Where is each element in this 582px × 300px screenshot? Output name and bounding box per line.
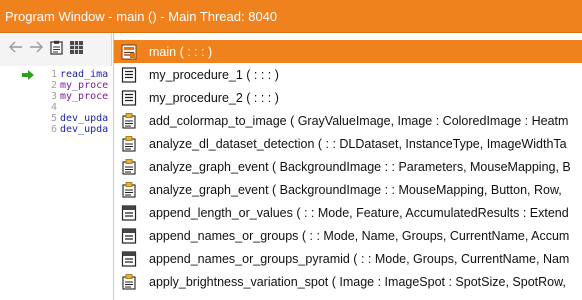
program-toolbar [0,33,112,61]
breakpoint-gutter[interactable] [0,66,44,300]
procedure-item[interactable]: append_names_or_groups ( : : Mode, Name,… [114,224,582,247]
external-procedure-icon [122,135,136,152]
code-line[interactable]: 1 read_ima [44,69,112,80]
procedure-item-main[interactable]: main ( : : : ) [114,40,582,63]
window-titlebar: Program Window - main () - Main Thread: … [0,0,582,33]
procedure-item[interactable]: analyze_graph_event ( BackgroundImage : … [114,178,582,201]
forward-icon[interactable] [28,39,44,55]
external-procedure-icon [122,158,136,175]
code-line[interactable]: 3 my_proce [44,91,112,102]
library-procedure-icon [121,204,137,221]
procedure-item[interactable]: analyze_dl_dataset_detection ( : : DLDat… [114,132,582,155]
program-pane: 1 read_ima 2 my_proce 3 my_proce 4 5 dev_upd… [0,33,112,300]
procedure-item[interactable]: append_names_or_groups_pyramid ( : : Mod… [114,247,582,270]
external-procedure-icon [122,181,136,198]
code-line[interactable]: 6 dev_upda [44,124,112,135]
procedure-dropdown[interactable]: main ( : : : ) my_procedure_1 ( : : : ) … [113,33,582,300]
procedure-item[interactable]: analyze_graph_event ( BackgroundImage : … [114,155,582,178]
local-procedure-icon [121,89,137,106]
procedure-item[interactable]: apply_brightness_variation_spot ( Image … [114,270,582,293]
clipboard-icon[interactable] [48,39,64,55]
code-editor[interactable]: 1 read_ima 2 my_proce 3 my_proce 4 5 dev_upd… [0,66,112,300]
code-line[interactable]: 5 dev_upda [44,113,112,124]
library-procedure-icon [121,250,137,267]
local-procedure-icon [121,66,137,83]
external-procedure-icon [122,273,136,290]
code-line[interactable]: 2 my_proce [44,80,112,91]
window-title: Program Window - main () - Main Thread: … [5,8,278,24]
procedure-item[interactable]: my_procedure_1 ( : : : ) [114,63,582,86]
procedure-item[interactable]: my_procedure_2 ( : : : ) [114,86,582,109]
library-procedure-icon [121,227,137,244]
code-line[interactable]: 4 [44,102,112,113]
main-procedure-icon [121,44,137,59]
grid-view-icon[interactable] [68,39,84,55]
external-procedure-icon [122,112,136,129]
program-counter-icon [22,70,34,80]
procedure-item[interactable]: add_colormap_to_image ( GrayValueImage, … [114,109,582,132]
procedure-item[interactable]: append_length_or_values ( : : Mode, Feat… [114,201,582,224]
back-icon[interactable] [8,39,24,55]
